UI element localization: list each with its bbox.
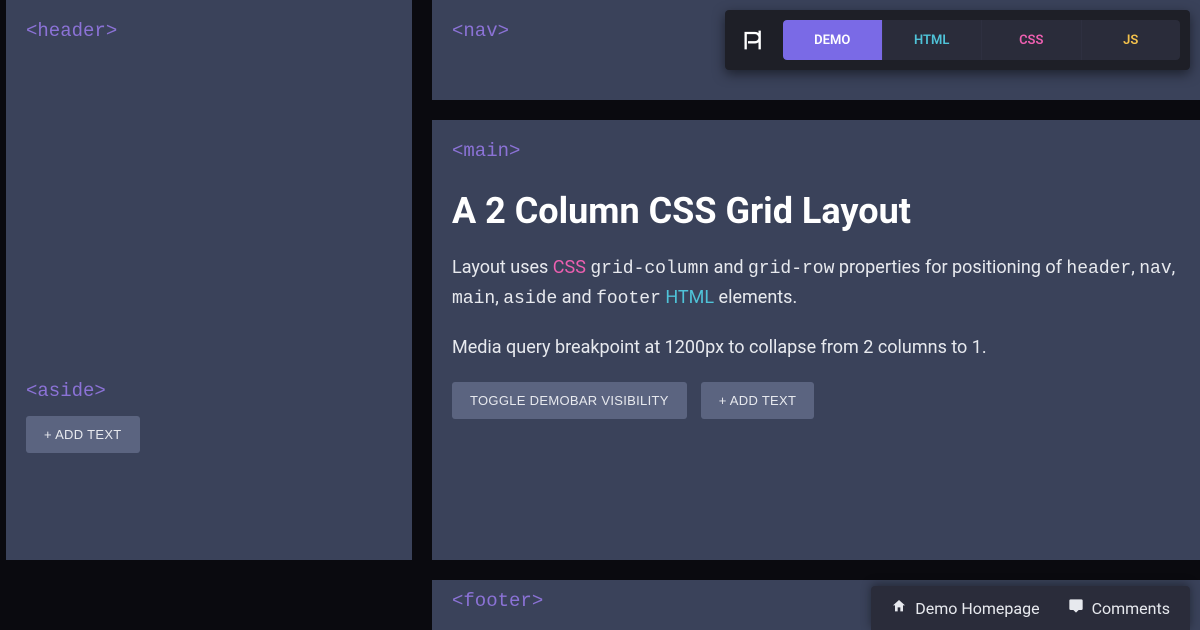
code-nav: nav [1139, 259, 1171, 279]
toggle-demobar-button[interactable]: TOGGLE DEMOBAR VISIBILITY [452, 382, 687, 419]
comments-icon [1068, 598, 1084, 618]
main-paragraph-1: Layout uses CSS grid-column and grid-row… [452, 254, 1180, 314]
main-tag-label: <main> [452, 140, 1180, 162]
aside-tag-label: <aside> [26, 380, 392, 402]
comments-label: Comments [1092, 599, 1170, 618]
home-icon [891, 598, 907, 618]
page-title: A 2 Column CSS Grid Layout [452, 190, 1180, 232]
main-paragraph-2: Media query breakpoint at 1200px to coll… [452, 334, 1180, 362]
code-grid-column: grid-column [590, 259, 709, 279]
header-tag-label: <header> [26, 20, 392, 42]
demo-homepage-label: Demo Homepage [915, 599, 1039, 618]
css-keyword: CSS [553, 257, 586, 278]
code-main: main [452, 289, 495, 309]
tab-js[interactable]: JS [1081, 20, 1181, 60]
tab-css[interactable]: CSS [981, 20, 1081, 60]
comments-link[interactable]: Comments [1068, 598, 1170, 618]
add-text-aside-button[interactable]: + ADD TEXT [26, 416, 140, 453]
tab-demo[interactable]: DEMO [783, 20, 882, 60]
code-footer: footer [596, 289, 661, 309]
aside-panel: <aside> + ADD TEXT [6, 360, 412, 560]
code-aside: aside [503, 289, 557, 309]
demobar: DEMO HTML CSS JS [725, 10, 1190, 70]
main-panel: <main> A 2 Column CSS Grid Layout Layout… [432, 120, 1200, 560]
tab-html[interactable]: HTML [882, 20, 982, 60]
bottombar: Demo Homepage Comments [871, 586, 1190, 630]
code-grid-row: grid-row [748, 259, 834, 279]
demo-homepage-link[interactable]: Demo Homepage [891, 598, 1039, 618]
code-header: header [1066, 259, 1131, 279]
add-text-main-button[interactable]: + ADD TEXT [701, 382, 815, 419]
logo-icon[interactable] [735, 20, 775, 60]
html-keyword: HTML [665, 287, 714, 308]
